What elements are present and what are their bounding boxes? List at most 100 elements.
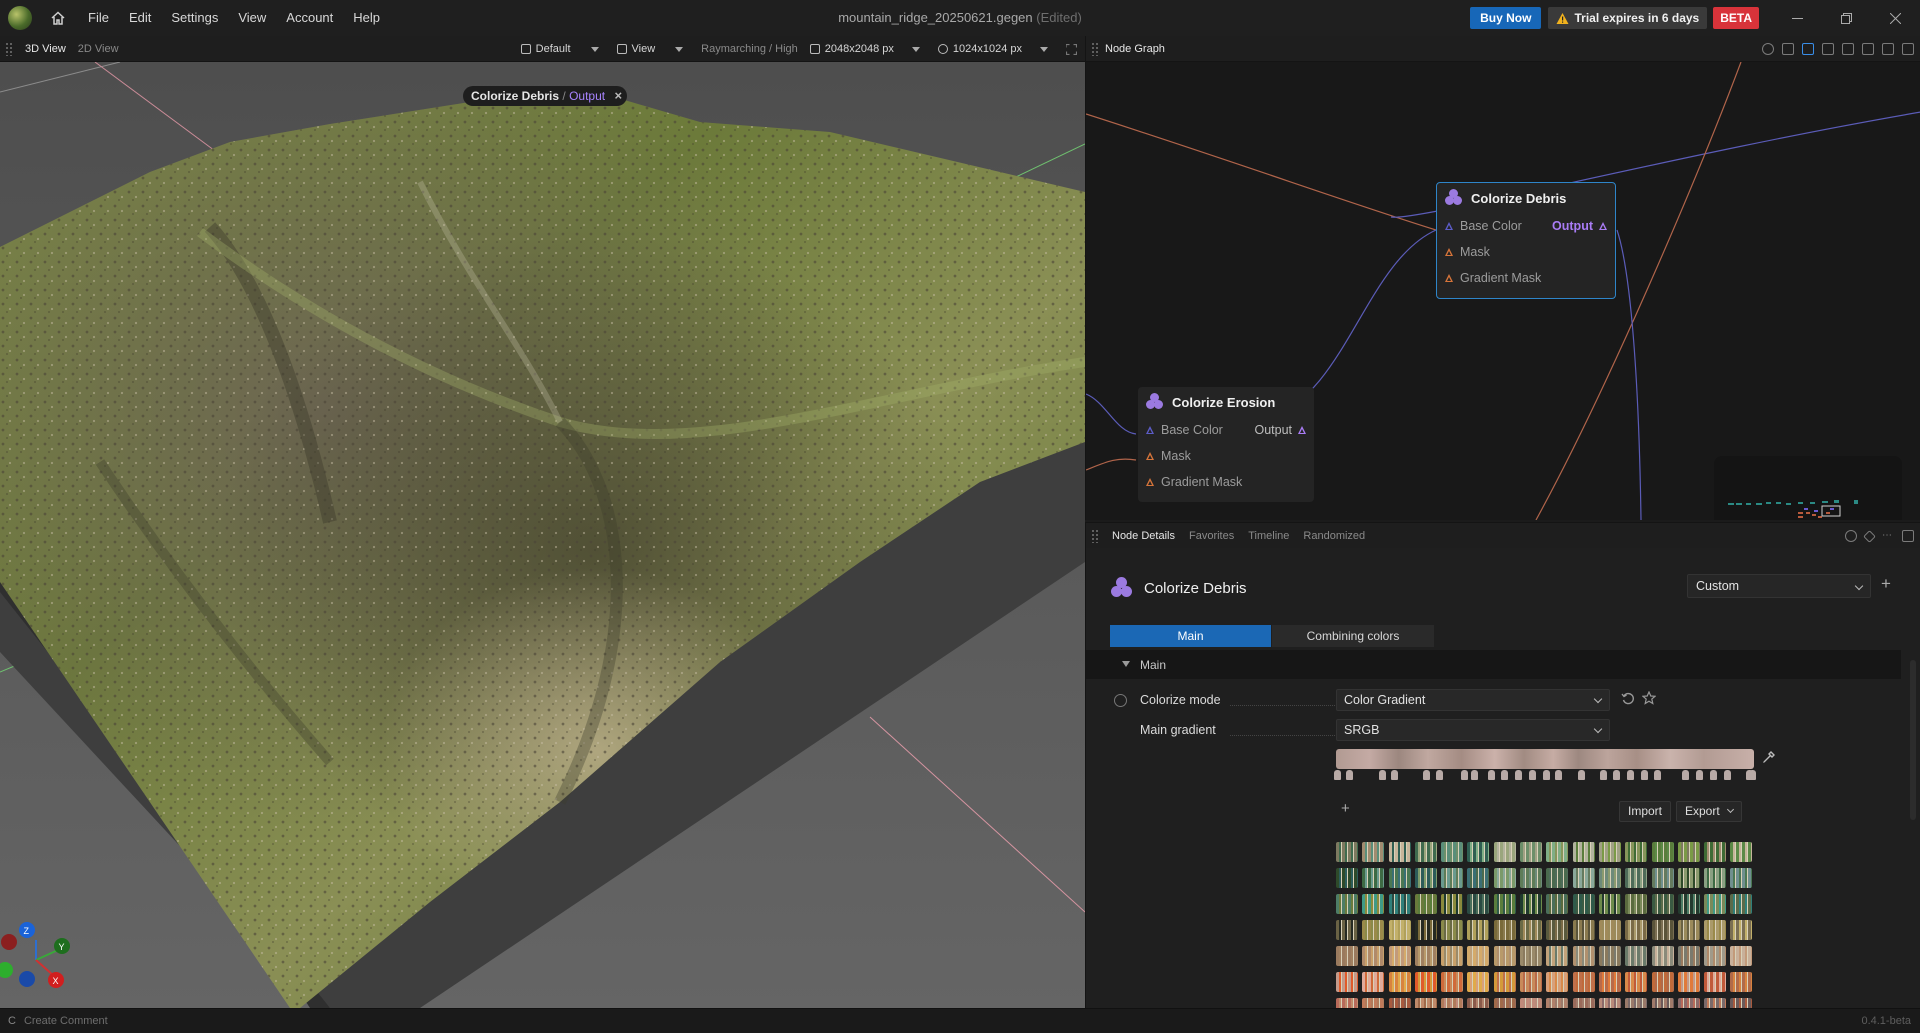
gradient-stop[interactable] (1470, 770, 1478, 780)
gradient-preset-swatch[interactable] (1441, 868, 1464, 888)
gradient-preset-swatch[interactable] (1677, 894, 1700, 914)
gradient-preset-swatch[interactable] (1336, 920, 1358, 940)
gradient-preset-swatch[interactable] (1651, 868, 1674, 888)
gradient-stop[interactable] (1696, 770, 1704, 780)
gradient-preset-swatch[interactable] (1467, 998, 1490, 1008)
preset-dropdown[interactable]: Default (515, 43, 611, 55)
gradient-preset-swatch[interactable] (1388, 998, 1411, 1008)
gradient-preset-swatch[interactable] (1467, 868, 1490, 888)
gradient-stop[interactable] (1529, 770, 1537, 780)
gradient-preset-swatch[interactable] (1336, 842, 1358, 862)
gradient-preset-swatch[interactable] (1651, 894, 1674, 914)
import-button[interactable]: Import (1619, 801, 1672, 822)
close-window-icon[interactable] (1871, 0, 1920, 36)
gradient-preset-swatch[interactable] (1414, 894, 1437, 914)
gradient-preset-swatch[interactable] (1546, 920, 1569, 940)
gradient-preset-swatch[interactable] (1546, 894, 1569, 914)
gradient-stop[interactable] (1709, 770, 1717, 780)
gradient-preview-bar[interactable] (1336, 749, 1754, 769)
gradient-preset-swatch[interactable] (1651, 946, 1674, 966)
gradient-preset-swatch[interactable] (1467, 946, 1490, 966)
tab-3d-view[interactable]: 3D View (19, 36, 72, 62)
gradient-stop[interactable] (1599, 770, 1607, 780)
gradient-preset-swatch[interactable] (1704, 920, 1727, 940)
gradient-preset-swatch[interactable] (1677, 946, 1700, 966)
gradient-preset-swatch[interactable] (1625, 920, 1648, 940)
gradient-preset-swatch[interactable] (1598, 842, 1621, 862)
gradient-preset-swatch[interactable] (1546, 842, 1569, 862)
tab-randomized[interactable]: Randomized (1296, 530, 1372, 542)
preview-icon[interactable] (1802, 43, 1814, 55)
gradient-preset-swatch[interactable] (1441, 998, 1464, 1008)
gradient-preset-swatch[interactable] (1388, 920, 1411, 940)
gradient-preset-swatch[interactable] (1493, 946, 1516, 966)
gradient-preset-swatch[interactable] (1572, 998, 1595, 1008)
3d-viewport[interactable]: Colorize Debris / Output × Z Y X (0, 62, 1085, 1008)
scroll-thumb[interactable] (1910, 660, 1916, 820)
gradient-preset-swatch[interactable] (1441, 842, 1464, 862)
gradient-preset-swatch[interactable] (1520, 868, 1543, 888)
menu-view[interactable]: View (228, 0, 276, 36)
input-port-gradient-mask[interactable]: Gradient Mask (1437, 265, 1615, 291)
render-mode-label[interactable]: Raymarching / High (695, 43, 804, 55)
maximize-icon[interactable] (1822, 0, 1871, 36)
gradient-preset-swatch[interactable] (1730, 842, 1753, 862)
gradient-stop[interactable] (1724, 770, 1732, 780)
trial-badge[interactable]: Trial expires in 6 days (1548, 7, 1708, 29)
gradient-stop[interactable] (1613, 770, 1621, 780)
gradient-preset-swatch[interactable] (1388, 946, 1411, 966)
node-graph-canvas[interactable]: Colorize Debris Base Color Output Mask G… (1085, 62, 1920, 520)
gradient-preset-swatch[interactable] (1414, 842, 1437, 862)
input-port-gradient-mask[interactable]: Gradient Mask (1138, 469, 1314, 495)
gradient-preset-swatch[interactable] (1520, 894, 1543, 914)
gradient-preset-swatch[interactable] (1572, 972, 1595, 992)
gradient-preset-swatch[interactable] (1441, 946, 1464, 966)
gradient-preset-swatch[interactable] (1362, 920, 1385, 940)
gradient-preset-swatch[interactable] (1651, 920, 1674, 940)
gradient-preset-swatch[interactable] (1520, 946, 1543, 966)
tab-2d-view[interactable]: 2D View (72, 36, 125, 62)
gradient-preset-swatch[interactable] (1388, 868, 1411, 888)
gradient-preset-swatch[interactable] (1625, 842, 1648, 862)
gradient-preset-swatch[interactable] (1598, 946, 1621, 966)
gradient-preset-swatch[interactable] (1414, 868, 1437, 888)
gradient-preset-swatch[interactable] (1677, 920, 1700, 940)
gradient-preset-swatch[interactable] (1520, 998, 1543, 1008)
home-icon[interactable] (44, 4, 72, 32)
tab-node-details[interactable]: Node Details (1105, 530, 1182, 542)
export-button[interactable]: Export (1676, 801, 1742, 822)
gradient-preset-swatch[interactable] (1730, 998, 1753, 1008)
gradient-preset-swatch[interactable] (1572, 894, 1595, 914)
gradient-preset-swatch[interactable] (1546, 972, 1569, 992)
gradient-preset-swatch[interactable] (1493, 920, 1516, 940)
gradient-preset-swatch[interactable] (1336, 868, 1358, 888)
gradient-preset-swatch[interactable] (1388, 842, 1411, 862)
gradient-stop[interactable] (1626, 770, 1634, 780)
camera-icon[interactable] (1882, 43, 1894, 55)
gradient-preset-swatch[interactable] (1388, 894, 1411, 914)
menu-settings[interactable]: Settings (161, 0, 228, 36)
menu-file[interactable]: File (78, 0, 119, 36)
menu-edit[interactable]: Edit (119, 0, 161, 36)
gradient-preset-swatch[interactable] (1704, 998, 1727, 1008)
gradient-stop[interactable] (1748, 770, 1756, 780)
grid-icon[interactable] (1822, 43, 1834, 55)
gradient-preset-swatch[interactable] (1651, 998, 1674, 1008)
gradient-preset-swatch[interactable] (1336, 894, 1358, 914)
gradient-preset-swatch[interactable] (1388, 972, 1411, 992)
gradient-preset-swatch[interactable] (1704, 894, 1727, 914)
gradient-stop[interactable] (1578, 770, 1585, 780)
menu-help[interactable]: Help (343, 0, 390, 36)
gradient-preset-swatch[interactable] (1362, 868, 1385, 888)
gradient-preset-swatch[interactable] (1467, 920, 1490, 940)
gradient-stop[interactable] (1379, 770, 1387, 780)
fullscreen-icon[interactable] (1060, 43, 1085, 55)
collapse-icon[interactable] (1842, 43, 1854, 55)
node-colorize-debris[interactable]: Colorize Debris Base Color Output Mask G… (1436, 182, 1616, 299)
gradient-preset-swatch[interactable] (1336, 972, 1358, 992)
gradient-preset-swatch[interactable] (1520, 842, 1543, 862)
gradient-preset-swatch[interactable] (1546, 946, 1569, 966)
gradient-stop[interactable] (1554, 770, 1562, 780)
gradient-stop[interactable] (1423, 770, 1431, 780)
gradient-preset-swatch[interactable] (1441, 894, 1464, 914)
